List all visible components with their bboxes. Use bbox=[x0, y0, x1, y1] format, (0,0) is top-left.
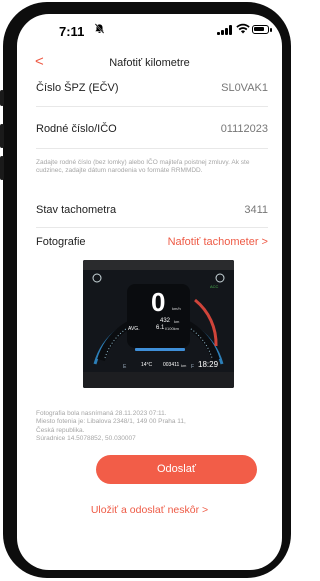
battery-cap bbox=[270, 28, 272, 32]
divider bbox=[36, 106, 268, 107]
divider bbox=[36, 227, 268, 228]
dashboard-consumption: 6.1 bbox=[156, 325, 165, 331]
status-time: 7:11 bbox=[59, 24, 85, 39]
volume-up-button bbox=[0, 124, 4, 148]
id-label: Rodné číslo/IČO bbox=[36, 123, 117, 135]
take-photo-link[interactable]: Nafotiť tachometer > bbox=[168, 236, 268, 248]
volume-down-button bbox=[0, 156, 4, 180]
photo-label: Fotografie bbox=[36, 236, 86, 248]
bell-slash-icon bbox=[94, 23, 105, 37]
meta-line: Česká republika. bbox=[36, 426, 85, 434]
dashboard-distance-unit: km bbox=[174, 319, 180, 324]
meta-line: Súradnice 14.5078852, 50.030007 bbox=[36, 434, 136, 442]
dashboard-consumption-unit: l/100km bbox=[165, 326, 180, 331]
battery-icon bbox=[252, 25, 269, 34]
svg-text:F: F bbox=[191, 364, 194, 370]
dashboard-distance: 432 bbox=[160, 318, 171, 324]
save-later-link[interactable]: Uložiť a odoslať neskôr > bbox=[17, 504, 282, 516]
status-bar: 7:11 bbox=[17, 14, 282, 48]
odometer-field[interactable]: 3411 bbox=[244, 204, 268, 216]
dashboard-avg: AVG. bbox=[128, 326, 140, 332]
dashboard-speed-unit: km/h bbox=[172, 306, 181, 311]
meta-line: Fotografia bola nasnímaná 28.11.2023 07:… bbox=[36, 410, 167, 417]
page-title: Nafotiť kilometre bbox=[109, 57, 190, 69]
side-button bbox=[0, 90, 4, 106]
dashboard-speed: 0 bbox=[151, 287, 166, 317]
meta-line: Miesto fotenia je: Libalova 2348/1, 149 … bbox=[36, 418, 186, 426]
plate-field[interactable]: SL0VAK1 bbox=[221, 82, 268, 94]
dashboard-acc: ACC bbox=[210, 284, 219, 289]
dashboard-temperature: 14°C bbox=[141, 362, 153, 368]
odometer-photo[interactable]: E F ACC 0 km/h 432 km AVG. 6.1 l/100km 1… bbox=[83, 260, 234, 388]
divider bbox=[36, 148, 268, 149]
photo-metadata: Fotografia bola nasnímaná 28.11.2023 07:… bbox=[36, 410, 281, 443]
cellular-signal-icon bbox=[217, 25, 232, 35]
app-screen: 7:11 < Nafotiť kilometre Číslo ŠPZ (EČV)… bbox=[17, 14, 282, 570]
id-hint: Zadajte rodné číslo (bez lomky) alebo IČ… bbox=[36, 159, 250, 175]
id-field[interactable]: 01112023 bbox=[221, 123, 268, 135]
plate-label: Číslo ŠPZ (EČV) bbox=[36, 82, 119, 94]
dashboard-clock: 18:29 bbox=[198, 360, 219, 369]
dashboard-odometer-unit: km bbox=[181, 363, 187, 368]
dashboard-odometer: 003411 bbox=[163, 362, 180, 368]
odometer-label: Stav tachometra bbox=[36, 204, 117, 216]
wifi-icon bbox=[236, 23, 250, 36]
send-button[interactable]: Odoslať bbox=[96, 455, 257, 484]
